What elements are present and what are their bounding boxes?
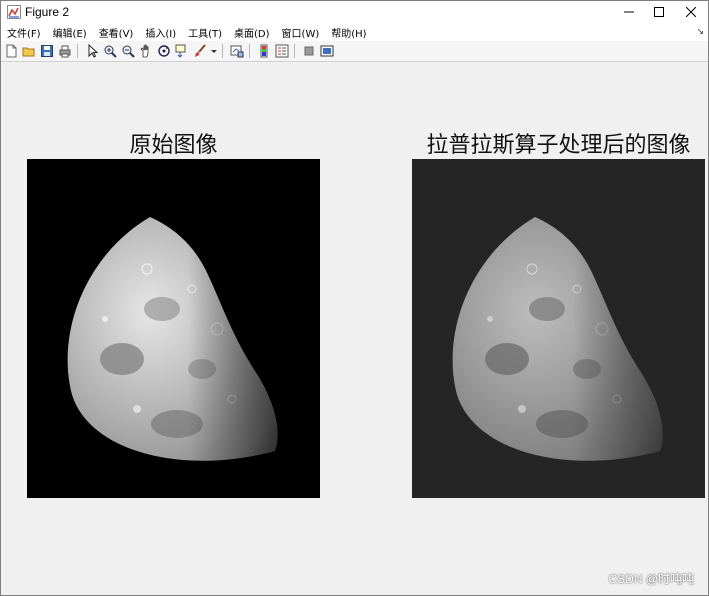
menu-tools[interactable]: 工具(T) xyxy=(182,25,228,40)
new-figure-icon xyxy=(6,44,17,58)
axes-title-laplacian: 拉普拉斯算子处理后的图像 xyxy=(426,133,691,158)
legend-icon xyxy=(275,44,289,58)
print-icon xyxy=(59,45,71,58)
data-cursor-icon xyxy=(175,44,186,58)
brush-dropdown[interactable] xyxy=(210,43,218,59)
menu-desktop[interactable]: 桌面(D) xyxy=(228,25,276,40)
show-plot-tools-icon xyxy=(320,45,334,57)
toolbar-separator xyxy=(249,44,250,58)
chevron-down-icon xyxy=(211,50,217,53)
menu-edit[interactable]: 编辑(E) xyxy=(47,25,93,40)
select-arrow-icon xyxy=(88,44,99,58)
data-cursor-button[interactable] xyxy=(174,43,190,59)
toolbar-separator xyxy=(222,44,223,58)
menu-file[interactable]: 文件(F) xyxy=(1,25,47,40)
zoom-in-icon xyxy=(104,45,117,58)
minimize-icon xyxy=(624,11,634,13)
dock-arrow-icon[interactable]: ↘ xyxy=(696,27,704,37)
show-plot-tools-button[interactable] xyxy=(319,43,335,59)
hide-plot-tools-icon xyxy=(304,46,314,56)
image-axes-original[interactable] xyxy=(27,159,320,498)
menu-help[interactable]: 帮助(H) xyxy=(325,25,372,40)
figure-window: Figure 2 文件(F) 编辑(E) 查看(V) 插入(I) 工具(T) 桌… xyxy=(0,0,709,596)
brush-button[interactable] xyxy=(192,43,208,59)
save-icon xyxy=(41,45,53,57)
hide-plot-tools-button[interactable] xyxy=(301,43,317,59)
close-icon xyxy=(686,7,696,17)
toolbar-separator xyxy=(77,44,78,58)
colorbar-button[interactable] xyxy=(256,43,272,59)
link-plot-button[interactable] xyxy=(229,43,245,59)
open-file-button[interactable] xyxy=(21,43,37,59)
brush-icon xyxy=(195,44,206,57)
zoom-out-button[interactable] xyxy=(120,43,136,59)
watermark: CSDN @时吨吨 xyxy=(608,572,694,586)
close-button[interactable] xyxy=(675,1,707,23)
minimize-button[interactable] xyxy=(613,1,645,23)
window-title: Figure 2 xyxy=(25,5,70,19)
link-plot-icon xyxy=(230,45,244,58)
zoom-in-button[interactable] xyxy=(102,43,118,59)
pan-button[interactable] xyxy=(138,43,154,59)
print-button[interactable] xyxy=(57,43,73,59)
rotate-icon xyxy=(158,45,170,57)
matlab-figure-icon xyxy=(7,5,21,19)
colorbar-icon xyxy=(260,44,268,58)
menu-view[interactable]: 查看(V) xyxy=(93,25,140,40)
maximize-icon xyxy=(654,7,664,17)
select-arrow-button[interactable] xyxy=(84,43,100,59)
menu-window[interactable]: 窗口(W) xyxy=(276,25,326,40)
menu-insert[interactable]: 插入(I) xyxy=(139,25,182,40)
save-button[interactable] xyxy=(39,43,55,59)
axes-title-original: 原始图像 xyxy=(129,133,218,158)
maximize-button[interactable] xyxy=(643,1,675,23)
zoom-out-icon xyxy=(122,45,135,58)
moon-image-laplacian xyxy=(412,159,705,498)
toolbar-separator xyxy=(294,44,295,58)
legend-button[interactable] xyxy=(274,43,290,59)
new-figure-button[interactable] xyxy=(3,43,19,59)
rotate-button[interactable] xyxy=(156,43,172,59)
menu-bar: 文件(F) 编辑(E) 查看(V) 插入(I) 工具(T) 桌面(D) 窗口(W… xyxy=(1,23,708,41)
figure-toolbar xyxy=(1,41,708,62)
image-axes-laplacian[interactable] xyxy=(412,159,705,498)
pan-icon xyxy=(140,44,149,58)
open-file-icon xyxy=(22,47,35,57)
moon-image-original xyxy=(27,159,320,498)
title-bar[interactable]: Figure 2 xyxy=(1,1,708,23)
